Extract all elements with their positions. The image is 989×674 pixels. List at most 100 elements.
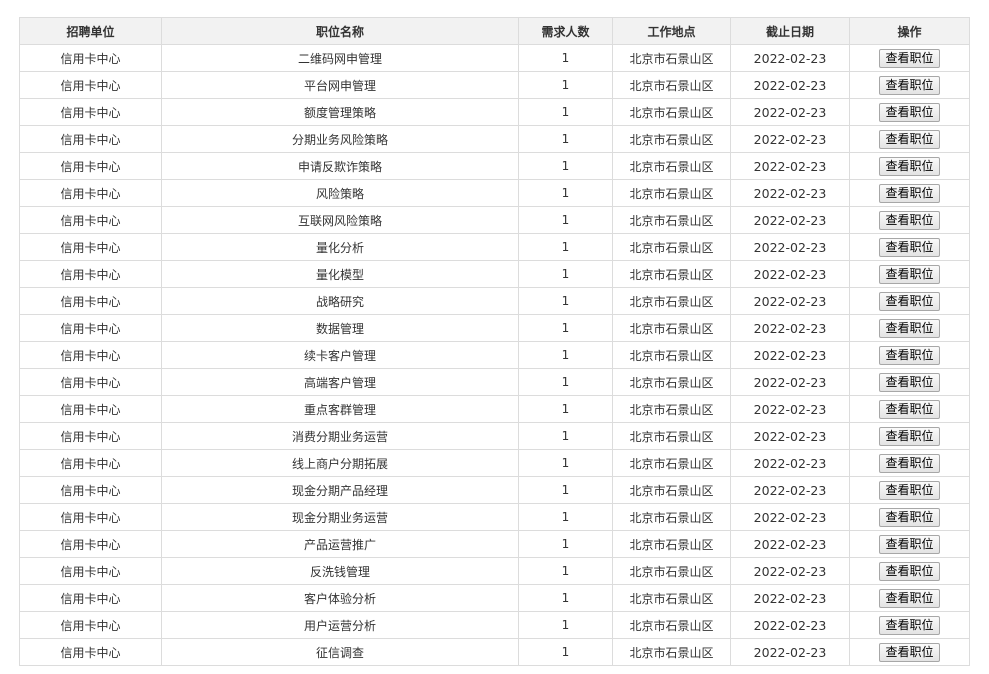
view-position-button[interactable]: 查看职位 [879, 426, 940, 446]
view-position-button[interactable]: 查看职位 [879, 480, 940, 500]
cell-location: 北京市石景山区 [612, 530, 731, 558]
table-header-row: 招聘单位 职位名称 需求人数 工作地点 截止日期 操作 [19, 17, 970, 45]
cell-location: 北京市石景山区 [612, 449, 731, 477]
table-row: 信用卡中心 现金分期产品经理 1 北京市石景山区 2022-02-23 查看职位 [19, 476, 970, 504]
cell-unit: 信用卡中心 [19, 152, 162, 180]
view-position-button[interactable]: 查看职位 [879, 399, 940, 419]
cell-job-title: 高端客户管理 [161, 368, 519, 396]
view-position-button[interactable]: 查看职位 [879, 453, 940, 473]
cell-headcount: 1 [518, 71, 613, 99]
cell-unit: 信用卡中心 [19, 557, 162, 585]
table-row: 信用卡中心 客户体验分析 1 北京市石景山区 2022-02-23 查看职位 [19, 584, 970, 612]
cell-headcount: 1 [518, 314, 613, 342]
cell-deadline: 2022-02-23 [730, 98, 850, 126]
view-position-button[interactable]: 查看职位 [879, 534, 940, 554]
cell-deadline: 2022-02-23 [730, 530, 850, 558]
cell-location: 北京市石景山区 [612, 584, 731, 612]
cell-job-title: 客户体验分析 [161, 584, 519, 612]
view-position-button[interactable]: 查看职位 [879, 183, 940, 203]
cell-location: 北京市石景山区 [612, 152, 731, 180]
cell-action: 查看职位 [849, 422, 970, 450]
table-row: 信用卡中心 风险策略 1 北京市石景山区 2022-02-23 查看职位 [19, 179, 970, 207]
cell-deadline: 2022-02-23 [730, 260, 850, 288]
cell-headcount: 1 [518, 98, 613, 126]
cell-headcount: 1 [518, 179, 613, 207]
table-row: 信用卡中心 高端客户管理 1 北京市石景山区 2022-02-23 查看职位 [19, 368, 970, 396]
cell-job-title: 线上商户分期拓展 [161, 449, 519, 477]
table-row: 信用卡中心 重点客群管理 1 北京市石景山区 2022-02-23 查看职位 [19, 395, 970, 423]
cell-unit: 信用卡中心 [19, 179, 162, 207]
cell-action: 查看职位 [849, 287, 970, 315]
view-position-button[interactable]: 查看职位 [879, 264, 940, 284]
cell-unit: 信用卡中心 [19, 611, 162, 639]
cell-deadline: 2022-02-23 [730, 287, 850, 315]
table-row: 信用卡中心 二维码网申管理 1 北京市石景山区 2022-02-23 查看职位 [19, 44, 970, 72]
cell-deadline: 2022-02-23 [730, 422, 850, 450]
view-position-button[interactable]: 查看职位 [879, 75, 940, 95]
cell-job-title: 二维码网申管理 [161, 44, 519, 72]
view-position-button[interactable]: 查看职位 [879, 318, 940, 338]
view-position-button[interactable]: 查看职位 [879, 372, 940, 392]
cell-unit: 信用卡中心 [19, 449, 162, 477]
cell-location: 北京市石景山区 [612, 314, 731, 342]
header-unit: 招聘单位 [19, 17, 162, 45]
view-position-button[interactable]: 查看职位 [879, 129, 940, 149]
view-position-button[interactable]: 查看职位 [879, 237, 940, 257]
view-position-button[interactable]: 查看职位 [879, 615, 940, 635]
cell-deadline: 2022-02-23 [730, 71, 850, 99]
table-row: 信用卡中心 平台网申管理 1 北京市石景山区 2022-02-23 查看职位 [19, 71, 970, 99]
cell-action: 查看职位 [849, 314, 970, 342]
table-row: 信用卡中心 数据管理 1 北京市石景山区 2022-02-23 查看职位 [19, 314, 970, 342]
cell-deadline: 2022-02-23 [730, 44, 850, 72]
table-body: 信用卡中心 二维码网申管理 1 北京市石景山区 2022-02-23 查看职位 … [19, 44, 970, 666]
cell-unit: 信用卡中心 [19, 638, 162, 666]
view-position-button[interactable]: 查看职位 [879, 210, 940, 230]
cell-unit: 信用卡中心 [19, 476, 162, 504]
cell-unit: 信用卡中心 [19, 71, 162, 99]
view-position-button[interactable]: 查看职位 [879, 102, 940, 122]
view-position-button[interactable]: 查看职位 [879, 642, 940, 662]
cell-headcount: 1 [518, 260, 613, 288]
cell-action: 查看职位 [849, 530, 970, 558]
cell-job-title: 反洗钱管理 [161, 557, 519, 585]
cell-headcount: 1 [518, 611, 613, 639]
cell-deadline: 2022-02-23 [730, 233, 850, 261]
table-row: 信用卡中心 额度管理策略 1 北京市石景山区 2022-02-23 查看职位 [19, 98, 970, 126]
view-position-button[interactable]: 查看职位 [879, 48, 940, 68]
table-row: 信用卡中心 量化模型 1 北京市石景山区 2022-02-23 查看职位 [19, 260, 970, 288]
cell-location: 北京市石景山区 [612, 206, 731, 234]
header-deadline: 截止日期 [730, 17, 850, 45]
table-row: 信用卡中心 战略研究 1 北京市石景山区 2022-02-23 查看职位 [19, 287, 970, 315]
cell-location: 北京市石景山区 [612, 395, 731, 423]
cell-deadline: 2022-02-23 [730, 206, 850, 234]
cell-headcount: 1 [518, 233, 613, 261]
cell-action: 查看职位 [849, 395, 970, 423]
cell-unit: 信用卡中心 [19, 260, 162, 288]
table-row: 信用卡中心 分期业务风险策略 1 北京市石景山区 2022-02-23 查看职位 [19, 125, 970, 153]
cell-location: 北京市石景山区 [612, 557, 731, 585]
cell-action: 查看职位 [849, 206, 970, 234]
cell-job-title: 数据管理 [161, 314, 519, 342]
table-row: 信用卡中心 用户运营分析 1 北京市石景山区 2022-02-23 查看职位 [19, 611, 970, 639]
cell-headcount: 1 [518, 125, 613, 153]
view-position-button[interactable]: 查看职位 [879, 156, 940, 176]
cell-deadline: 2022-02-23 [730, 395, 850, 423]
header-action: 操作 [849, 17, 970, 45]
view-position-button[interactable]: 查看职位 [879, 291, 940, 311]
view-position-button[interactable]: 查看职位 [879, 588, 940, 608]
view-position-button[interactable]: 查看职位 [879, 561, 940, 581]
view-position-button[interactable]: 查看职位 [879, 345, 940, 365]
cell-deadline: 2022-02-23 [730, 368, 850, 396]
header-location: 工作地点 [612, 17, 731, 45]
table-row: 信用卡中心 征信调查 1 北京市石景山区 2022-02-23 查看职位 [19, 638, 970, 666]
cell-location: 北京市石景山区 [612, 368, 731, 396]
job-listing-container: 招聘单位 职位名称 需求人数 工作地点 截止日期 操作 信用卡中心 二维码网申管… [19, 17, 970, 666]
view-position-button[interactable]: 查看职位 [879, 507, 940, 527]
table-row: 信用卡中心 申请反欺诈策略 1 北京市石景山区 2022-02-23 查看职位 [19, 152, 970, 180]
cell-action: 查看职位 [849, 503, 970, 531]
cell-unit: 信用卡中心 [19, 422, 162, 450]
cell-location: 北京市石景山区 [612, 476, 731, 504]
header-job-title: 职位名称 [161, 17, 519, 45]
cell-deadline: 2022-02-23 [730, 638, 850, 666]
cell-deadline: 2022-02-23 [730, 125, 850, 153]
